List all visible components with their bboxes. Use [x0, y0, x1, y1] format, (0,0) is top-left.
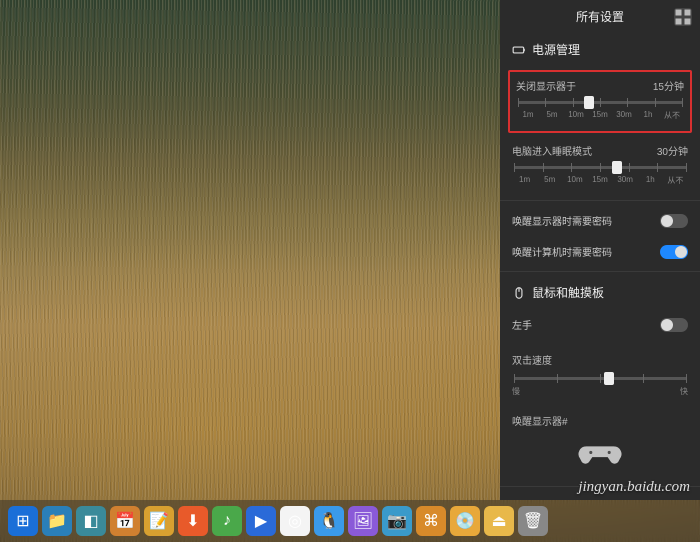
- wake-display-label: 唤醒显示器#: [500, 407, 700, 430]
- dock-item-launcher[interactable]: ⊞: [8, 506, 38, 536]
- gamepad-icon: [577, 440, 623, 468]
- wake-display-pwd-toggle[interactable]: [660, 214, 688, 228]
- slider-thumb[interactable]: [584, 96, 594, 109]
- dbl-click-label: 双击速度: [512, 346, 688, 369]
- dock-item-video[interactable]: ▶: [246, 506, 276, 536]
- slider-thumb[interactable]: [604, 372, 614, 385]
- panel-title: 所有设置: [576, 8, 624, 25]
- section-power: 电源管理: [500, 33, 700, 66]
- mouse-icon: [512, 286, 526, 300]
- display-off-slider[interactable]: [518, 101, 682, 104]
- dock-item-eject[interactable]: ⏏: [484, 506, 514, 536]
- grid-view-button[interactable]: [674, 8, 692, 26]
- dock-item-chrome[interactable]: ◎: [280, 506, 310, 536]
- left-hand-label: 左手: [512, 317, 532, 332]
- left-hand-toggle[interactable]: [660, 318, 688, 332]
- dock-item-terminal[interactable]: ⌘: [416, 506, 446, 536]
- slider-ticks: 1m5m10m15m30m1h从不: [512, 175, 688, 186]
- dock-item-store[interactable]: ⬇: [178, 506, 208, 536]
- dock-item-trash[interactable]: 🗑: [518, 506, 548, 536]
- display-off-value: 15分钟: [653, 78, 684, 93]
- dock-item-music[interactable]: ♪: [212, 506, 242, 536]
- dock-item-photos[interactable]: 🖼: [348, 506, 378, 536]
- dock-item-files[interactable]: 📁: [42, 506, 72, 536]
- dock-item-camera[interactable]: 📷: [382, 506, 412, 536]
- display-off-label: 关闭显示器于: [516, 78, 576, 93]
- grid-icon: [674, 8, 692, 26]
- dbl-click-slider[interactable]: [514, 377, 686, 380]
- dock: ⊞📁◧📅📝⬇♪▶◎🐧🖼📷⌘💿⏏🗑: [0, 500, 700, 542]
- dock-item-notes[interactable]: 📝: [144, 506, 174, 536]
- wake-display-pwd-label: 唤醒显示器时需要密码: [512, 213, 612, 228]
- sleep-value: 30分钟: [657, 143, 688, 158]
- wake-computer-pwd-toggle[interactable]: [660, 245, 688, 259]
- wake-computer-pwd-label: 唤醒计算机时需要密码: [512, 244, 612, 259]
- highlighted-setting: 关闭显示器于 15分钟 1m5m10m15m30m1h从不: [508, 70, 692, 133]
- battery-icon: [512, 43, 526, 57]
- dock-item-calendar[interactable]: 📅: [110, 506, 140, 536]
- panel-header: 所有设置: [500, 0, 700, 33]
- dock-item-qq[interactable]: 🐧: [314, 506, 344, 536]
- sleep-label: 电脑进入睡眠模式: [512, 143, 592, 158]
- sleep-slider[interactable]: [514, 166, 686, 169]
- settings-panel: 所有设置 电源管理 关闭显示器于 15分钟 1m5m10m15m30m1h从不 …: [500, 0, 700, 500]
- watermark: jingyan.baidu.com: [578, 479, 690, 496]
- dock-item-app1[interactable]: ◧: [76, 506, 106, 536]
- slider-ticks: 1m5m10m15m30m1h从不: [516, 110, 684, 121]
- dock-item-disk[interactable]: 💿: [450, 506, 480, 536]
- section-mouse: 鼠标和触摸板: [500, 276, 700, 309]
- test-area[interactable]: [500, 430, 700, 482]
- slider-thumb[interactable]: [612, 161, 622, 174]
